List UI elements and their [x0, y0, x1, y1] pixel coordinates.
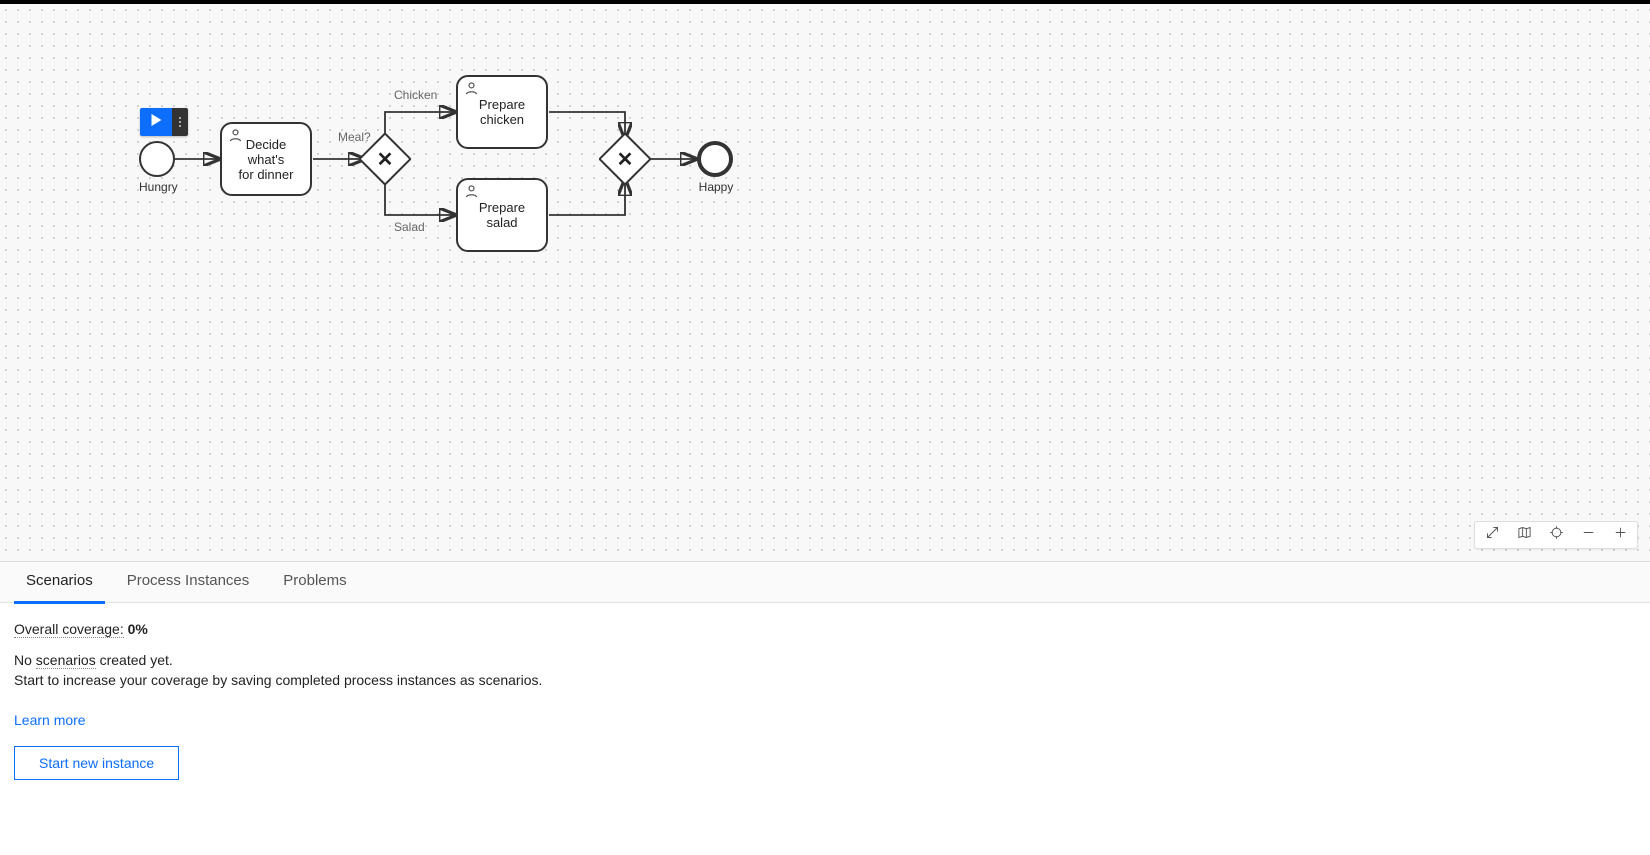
start-new-instance-button[interactable]: Start new instance	[14, 746, 179, 780]
gateway-split-label: Meal?	[338, 130, 371, 144]
play-button[interactable]	[140, 108, 172, 136]
zoom-in-button[interactable]	[1611, 526, 1629, 544]
edge-salad-label: Salad	[394, 220, 425, 234]
gateway-split[interactable]: ✕	[366, 140, 404, 178]
learn-more-link[interactable]: Learn more	[14, 712, 86, 728]
coverage-line: Overall coverage: 0%	[14, 621, 1636, 637]
empty-message-1: No scenarios created yet.	[14, 651, 1636, 671]
scenarios-term: scenarios	[36, 652, 96, 669]
sequence-flows	[0, 4, 1650, 561]
play-bar	[140, 108, 188, 136]
expand-icon	[1485, 525, 1500, 545]
user-icon	[228, 128, 243, 146]
zoom-out-button[interactable]	[1579, 526, 1597, 544]
tab-problems[interactable]: Problems	[283, 562, 346, 603]
kebab-icon	[179, 116, 181, 128]
start-event[interactable]	[139, 141, 175, 177]
end-event[interactable]	[697, 141, 733, 177]
tab-process-instances[interactable]: Process Instances	[127, 562, 250, 603]
end-event-label: Happy	[697, 180, 735, 194]
empty-message-2: Start to increase your coverage by savin…	[14, 671, 1636, 691]
edge-chicken-label: Chicken	[394, 88, 437, 102]
coverage-label: Overall coverage:	[14, 621, 124, 638]
start-event-label: Hungry	[139, 180, 177, 194]
map-icon	[1517, 525, 1532, 545]
task-decide[interactable]: Decide what's for dinner	[220, 122, 312, 196]
minimap-button[interactable]	[1515, 526, 1533, 544]
canvas-toolbar	[1474, 521, 1638, 549]
tab-scenarios[interactable]: Scenarios	[26, 562, 93, 603]
tabs: Scenarios Process Instances Problems	[0, 562, 1650, 603]
minus-icon	[1581, 525, 1596, 545]
user-icon	[464, 184, 479, 202]
reset-view-button[interactable]	[1547, 526, 1565, 544]
coverage-value: 0%	[128, 621, 148, 637]
target-icon	[1549, 525, 1564, 545]
task-prepare-chicken-label: Prepare chicken	[479, 97, 525, 127]
user-icon	[464, 81, 479, 99]
gateway-merge[interactable]: ✕	[606, 140, 644, 178]
task-prepare-salad[interactable]: Prepare salad	[456, 178, 548, 252]
plus-icon	[1613, 525, 1628, 545]
play-menu-button[interactable]	[172, 108, 188, 136]
expand-button[interactable]	[1483, 526, 1501, 544]
task-prepare-salad-label: Prepare salad	[464, 200, 540, 230]
play-icon	[151, 113, 162, 131]
diagram-canvas[interactable]: Hungry Decide what's for dinner ✕ Meal? …	[0, 4, 1650, 562]
scenarios-panel: Overall coverage: 0% No scenarios create…	[0, 603, 1650, 798]
task-prepare-chicken[interactable]: Prepare chicken	[456, 75, 548, 149]
